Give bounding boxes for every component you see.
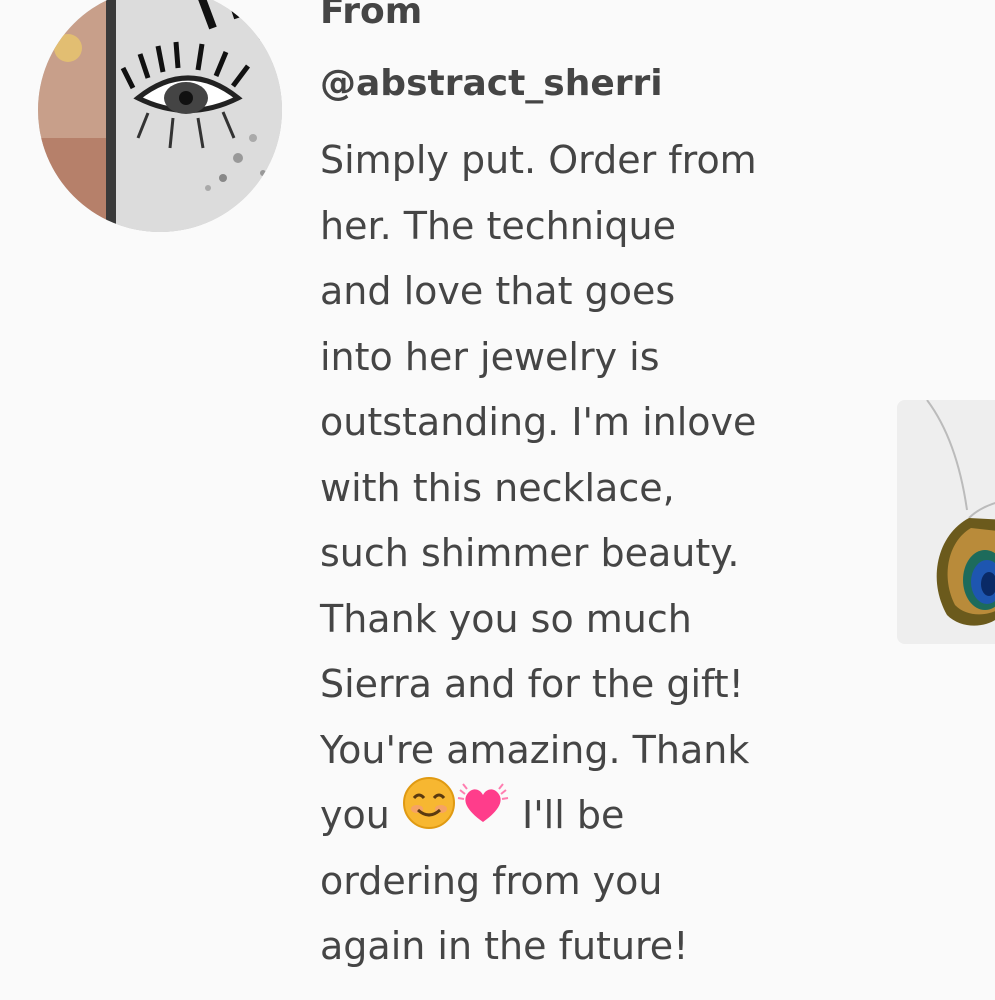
review-line: again in the future! [320, 924, 689, 968]
avatar-artwork [38, 0, 282, 232]
review-message: Simply put. Order from her. The techniqu… [320, 128, 860, 980]
review-line: and love that goes [320, 269, 676, 313]
beating-heart-icon [456, 776, 510, 851]
review-line: into her jewelry is [320, 334, 660, 379]
review-line: with this necklace, [320, 465, 675, 510]
review-line: You're amazing. Thank [320, 727, 750, 772]
review-line: outstanding. I'm inlove [320, 400, 757, 444]
smiling-face-icon [402, 776, 456, 851]
review-photo-thumbnail[interactable] [897, 400, 995, 644]
emoji-line-after: I'll be [509, 793, 625, 837]
review-line: Sierra and for the gift! [320, 662, 744, 706]
review-line: Thank you so much [320, 596, 692, 641]
reviewer-avatar[interactable] [38, 0, 282, 232]
review-content: From @abstract_sherri Simply put. Order … [320, 0, 860, 980]
emoji-line-before: you [320, 793, 402, 837]
review-line: such shimmer beauty. [320, 531, 740, 575]
peacock-feather-necklace-image [897, 400, 995, 644]
review-line: her. The technique [320, 203, 676, 248]
review-line: Simply put. Order from [320, 138, 757, 182]
reviewer-username[interactable]: @abstract_sherri [320, 54, 860, 114]
review-card: From @abstract_sherri Simply put. Order … [0, 0, 995, 1000]
from-label: From [320, 0, 423, 32]
review-line-with-emoji: you I'll be [320, 777, 860, 849]
review-line: ordering from you [320, 858, 663, 903]
